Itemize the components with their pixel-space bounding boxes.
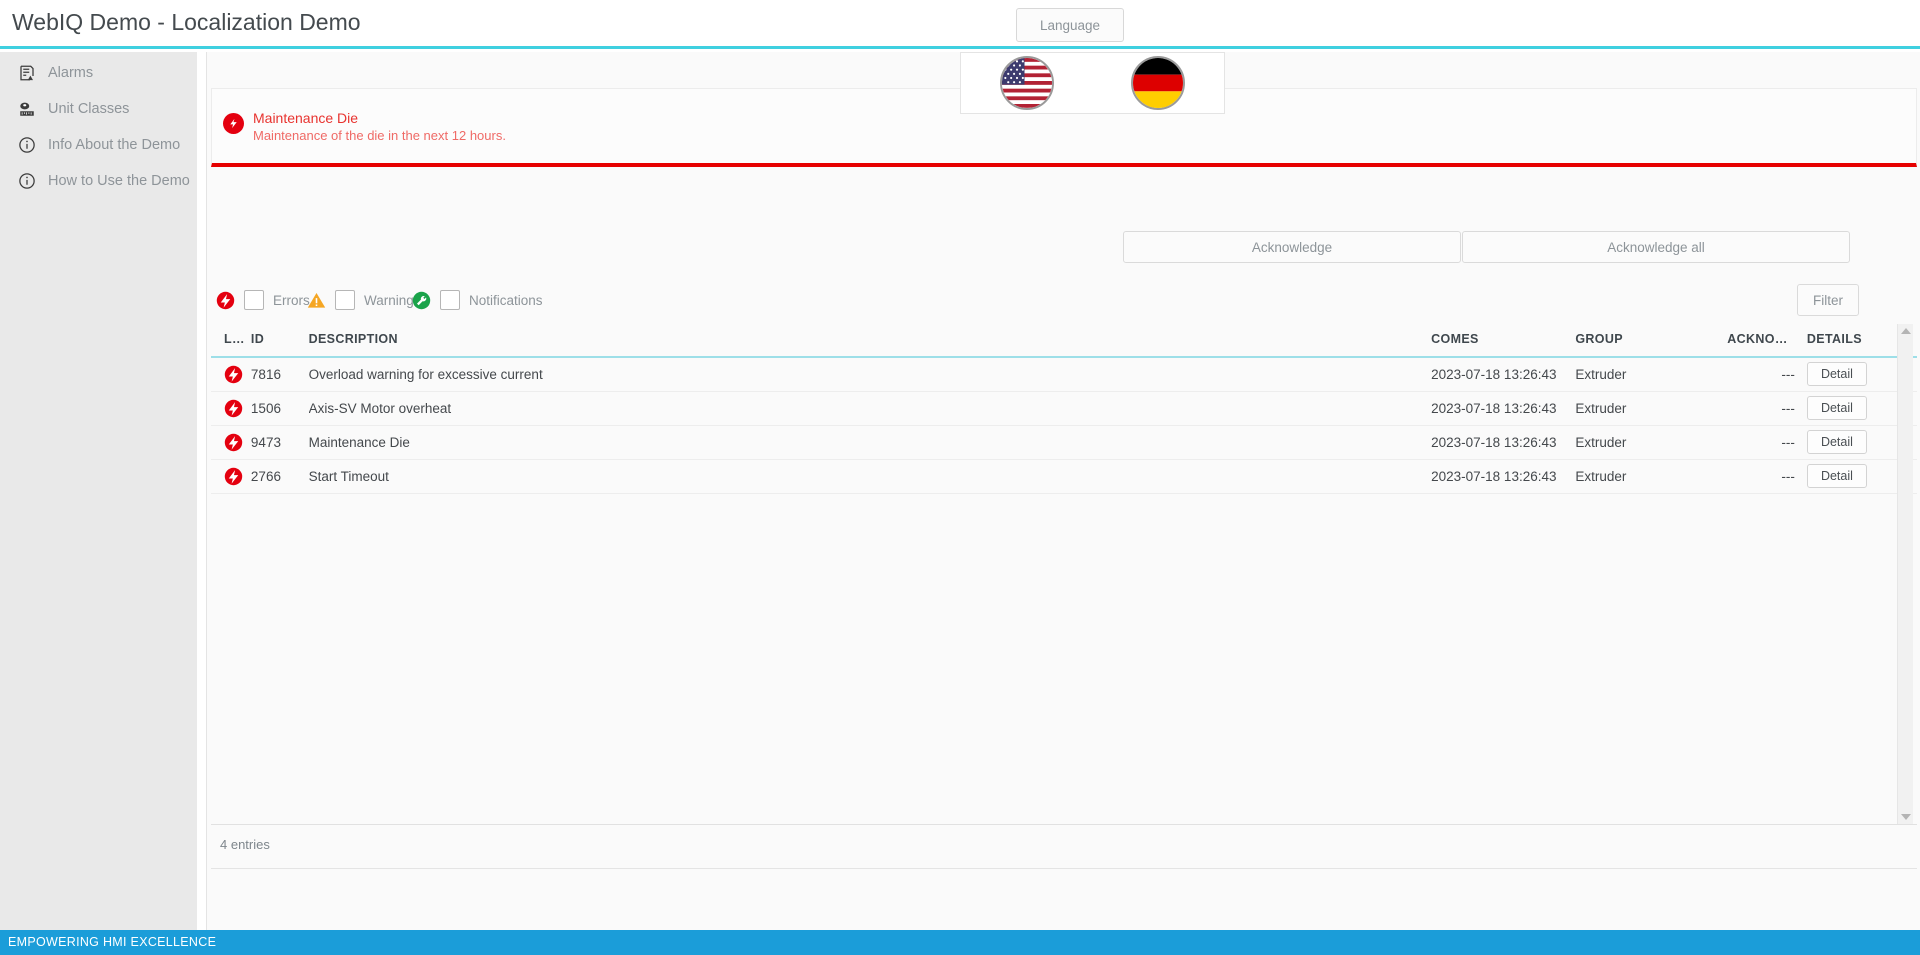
filter-notifications-label: Notifications xyxy=(469,293,543,308)
flag-us-icon[interactable] xyxy=(1000,56,1054,110)
alarm-table-body: 7816 Overload warning for excessive curr… xyxy=(211,357,1917,493)
column-header-acknowledged[interactable]: ACKNOW… xyxy=(1717,324,1795,357)
cell-acknowledged: --- xyxy=(1717,459,1795,493)
column-header-level[interactable]: LE… xyxy=(211,324,251,357)
cell-level xyxy=(211,391,251,425)
acknowledge-button[interactable]: Acknowledge xyxy=(1123,231,1461,263)
bottom-status-bar: EMPOWERING HMI EXCELLENCE xyxy=(0,930,1920,955)
detail-button[interactable]: Detail xyxy=(1807,430,1867,454)
filter-notifications-group: Notifications xyxy=(412,290,543,310)
error-bolt-icon xyxy=(224,433,243,452)
cell-acknowledged: --- xyxy=(1717,425,1795,459)
cell-id: 9473 xyxy=(251,425,309,459)
alarm-table-panel: LE… ID DESCRIPTION COMES GROUP ACKNOW… D… xyxy=(211,324,1917,824)
cell-acknowledged: --- xyxy=(1717,357,1795,391)
cell-comes: 2023-07-18 13:26:43 xyxy=(1431,357,1575,391)
cell-comes: 2023-07-18 13:26:43 xyxy=(1431,425,1575,459)
table-header-row: LE… ID DESCRIPTION COMES GROUP ACKNOW… D… xyxy=(211,324,1917,357)
language-dropdown-panel xyxy=(960,52,1225,114)
cell-id: 7816 xyxy=(251,357,309,391)
column-header-comes[interactable]: COMES xyxy=(1431,324,1575,357)
acknowledge-all-button[interactable]: Acknowledge all xyxy=(1462,231,1850,263)
footer-slogan: EMPOWERING HMI EXCELLENCE xyxy=(8,935,216,949)
sidebar-item-label: How to Use the Demo xyxy=(48,173,190,189)
severity-filter-row: Errors Warnings Notifications Filter xyxy=(207,280,1920,324)
column-header-group[interactable]: GROUP xyxy=(1575,324,1717,357)
cell-group: Extruder xyxy=(1575,391,1717,425)
cell-level xyxy=(211,425,251,459)
language-button[interactable]: Language xyxy=(1016,8,1124,42)
filter-errors-label: Errors xyxy=(273,293,310,308)
scroll-down-arrow-icon[interactable] xyxy=(1901,814,1911,820)
filter-warnings-checkbox[interactable] xyxy=(335,290,355,310)
detail-button[interactable]: Detail xyxy=(1807,362,1867,386)
cell-group: Extruder xyxy=(1575,459,1717,493)
warning-triangle-icon xyxy=(307,291,326,310)
page-title: WebIQ Demo - Localization Demo xyxy=(12,9,361,36)
column-header-description[interactable]: DESCRIPTION xyxy=(309,324,1432,357)
info-icon xyxy=(18,136,36,154)
sidebar-item-unit-classes[interactable]: Unit Classes xyxy=(0,91,197,127)
error-bolt-icon xyxy=(216,291,235,310)
cell-id: 1506 xyxy=(251,391,309,425)
cell-comes: 2023-07-18 13:26:43 xyxy=(1431,391,1575,425)
cell-level xyxy=(211,357,251,391)
alarm-banner-title: Maintenance Die xyxy=(253,110,358,126)
cell-group: Extruder xyxy=(1575,357,1717,391)
error-bolt-icon xyxy=(224,365,243,384)
top-header-bar: WebIQ Demo - Localization Demo Language xyxy=(0,0,1920,49)
entries-count-label: 4 entries xyxy=(220,837,270,852)
cell-description: Maintenance Die xyxy=(309,425,1432,459)
table-row[interactable]: 7816 Overload warning for excessive curr… xyxy=(211,357,1917,391)
alarm-table: LE… ID DESCRIPTION COMES GROUP ACKNOW… D… xyxy=(211,324,1917,494)
table-footer: 4 entries xyxy=(211,824,1917,868)
error-bolt-icon xyxy=(224,467,243,486)
table-row[interactable]: 9473 Maintenance Die 2023-07-18 13:26:43… xyxy=(211,425,1917,459)
detail-button[interactable]: Detail xyxy=(1807,464,1867,488)
main-content-area: Maintenance Die Maintenance of the die i… xyxy=(206,52,1920,930)
sidebar-item-label: Unit Classes xyxy=(48,101,129,117)
sidebar-item-alarms[interactable]: Alarms xyxy=(0,55,197,91)
filter-notifications-checkbox[interactable] xyxy=(440,290,460,310)
cell-comes: 2023-07-18 13:26:43 xyxy=(1431,459,1575,493)
filter-warnings-group: Warnings xyxy=(307,290,421,310)
unit-classes-icon xyxy=(18,100,36,118)
table-row[interactable]: 1506 Axis-SV Motor overheat 2023-07-18 1… xyxy=(211,391,1917,425)
detail-button[interactable]: Detail xyxy=(1807,396,1867,420)
flag-de-icon[interactable] xyxy=(1131,56,1185,110)
table-row[interactable]: 2766 Start Timeout 2023-07-18 13:26:43 E… xyxy=(211,459,1917,493)
sidebar-item-how-to-use-the-demo[interactable]: How to Use the Demo xyxy=(0,163,197,199)
table-vertical-scrollbar[interactable] xyxy=(1897,324,1913,824)
cell-level xyxy=(211,459,251,493)
alarm-error-icon xyxy=(223,113,244,134)
cell-description: Start Timeout xyxy=(309,459,1432,493)
info-icon xyxy=(18,172,36,190)
filter-button[interactable]: Filter xyxy=(1797,284,1859,316)
scroll-up-arrow-icon[interactable] xyxy=(1901,328,1911,334)
cell-description: Overload warning for excessive current xyxy=(309,357,1432,391)
panel-bottom-divider xyxy=(211,868,1917,869)
cell-description: Axis-SV Motor overheat xyxy=(309,391,1432,425)
alarm-banner-text: Maintenance of the die in the next 12 ho… xyxy=(253,128,506,143)
filter-errors-group: Errors xyxy=(216,290,310,310)
sidebar-navigation: Alarms Unit Classes Info Ab xyxy=(0,52,197,930)
alarm-table-header: LE… ID DESCRIPTION COMES GROUP ACKNOW… D… xyxy=(211,324,1917,357)
error-bolt-icon xyxy=(224,399,243,418)
sidebar-item-info-about-the-demo[interactable]: Info About the Demo xyxy=(0,127,197,163)
cell-id: 2766 xyxy=(251,459,309,493)
sidebar-item-label: Info About the Demo xyxy=(48,137,180,153)
sidebar-item-label: Alarms xyxy=(48,65,93,81)
cell-acknowledged: --- xyxy=(1717,391,1795,425)
column-header-id[interactable]: ID xyxy=(251,324,309,357)
alarms-icon xyxy=(18,64,36,82)
filter-errors-checkbox[interactable] xyxy=(244,290,264,310)
notification-wrench-icon xyxy=(412,291,431,310)
cell-group: Extruder xyxy=(1575,425,1717,459)
